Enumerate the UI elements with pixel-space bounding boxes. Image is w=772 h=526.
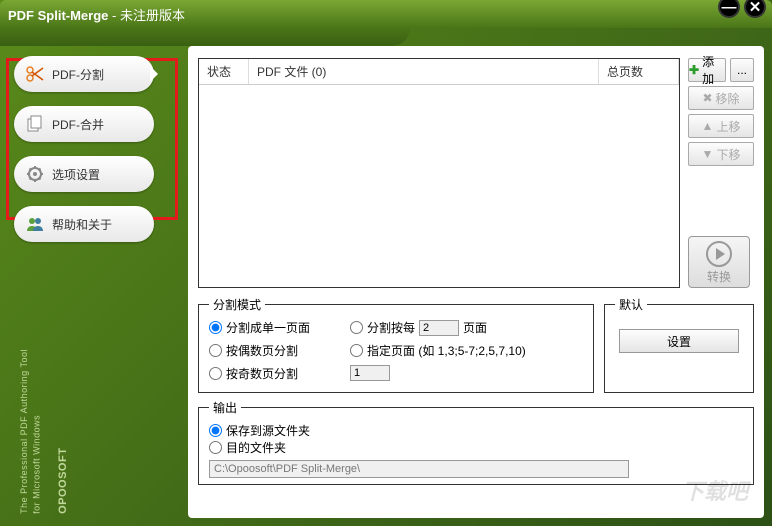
nav-label: PDF-合并 [52,116,104,133]
radio-save-source[interactable]: 保存到源文件夹 [209,422,743,439]
nav-merge[interactable]: PDF-合并 [14,106,154,142]
every-n-input[interactable] [419,320,459,336]
nav-label: PDF-分割 [52,66,104,83]
vertical-branding: The Professional PDF Authoring Tool for … [18,349,71,514]
radio-save-dest[interactable]: 目的文件夹 [209,439,743,456]
nav-label: 帮助和关于 [52,216,112,233]
settings-button[interactable]: 设置 [619,329,739,353]
nav-label: 选项设置 [52,166,100,183]
nav-options[interactable]: 选项设置 [14,156,154,192]
add-more-button[interactable]: ... [730,58,754,82]
move-down-button[interactable]: ▼ 下移 [688,142,754,166]
minimize-button[interactable]: — [718,0,740,18]
default-group: 默认 设置 [604,296,754,393]
main-panel: 状态 PDF 文件 (0) 总页数 ✚ 添加 ... ✖ [188,46,764,518]
specified-input[interactable] [350,365,390,381]
people-icon [24,213,46,235]
documents-icon [24,113,46,135]
col-pages[interactable]: 总页数 [599,59,679,84]
plus-icon: ✚ [689,63,699,77]
split-mode-group: 分割模式 分割成单一页面 按偶数页分割 按奇数页分割 分割按每 页面 [198,296,594,393]
watermark-text: 下载吧 [682,474,748,506]
output-legend: 输出 [209,399,241,416]
scissors-icon [24,63,46,85]
radio-even-pages[interactable]: 按偶数页分割 [209,342,310,359]
radio-odd-pages[interactable]: 按奇数页分割 [209,365,310,382]
default-legend: 默认 [615,296,647,313]
output-group: 输出 保存到源文件夹 目的文件夹 [198,399,754,485]
col-status[interactable]: 状态 [199,59,249,84]
close-button[interactable]: ✕ [744,0,766,18]
output-path-input[interactable] [209,460,629,478]
move-up-button[interactable]: ▲ 上移 [688,114,754,138]
sidebar: PDF-分割 PDF-合并 选项设置 帮助和关于 [0,28,188,526]
add-button[interactable]: ✚ 添加 [688,58,726,82]
file-list[interactable]: 状态 PDF 文件 (0) 总页数 [198,58,680,288]
nav-split[interactable]: PDF-分割 [14,56,154,92]
play-icon [705,240,733,268]
radio-single-page[interactable]: 分割成单一页面 [209,319,310,336]
nav-help[interactable]: 帮助和关于 [14,206,154,242]
radio-every-n[interactable]: 分割按每 页面 [350,319,526,336]
remove-button[interactable]: ✖ 移除 [688,86,754,110]
window-title: PDF Split-Merge - 未注册版本 [8,5,185,24]
col-file[interactable]: PDF 文件 (0) [249,59,599,84]
split-legend: 分割模式 [209,296,265,313]
arrow-up-icon: ▲ [702,119,714,133]
x-icon: ✖ [702,91,712,105]
titlebar: PDF Split-Merge - 未注册版本 — ✕ [0,0,772,28]
radio-specified[interactable]: 指定页面 (如 1,3;5-7;2,5,7,10) [350,342,526,359]
convert-button[interactable]: 转换 [688,236,750,288]
gear-icon [24,163,46,185]
arrow-down-icon: ▼ [702,147,714,161]
